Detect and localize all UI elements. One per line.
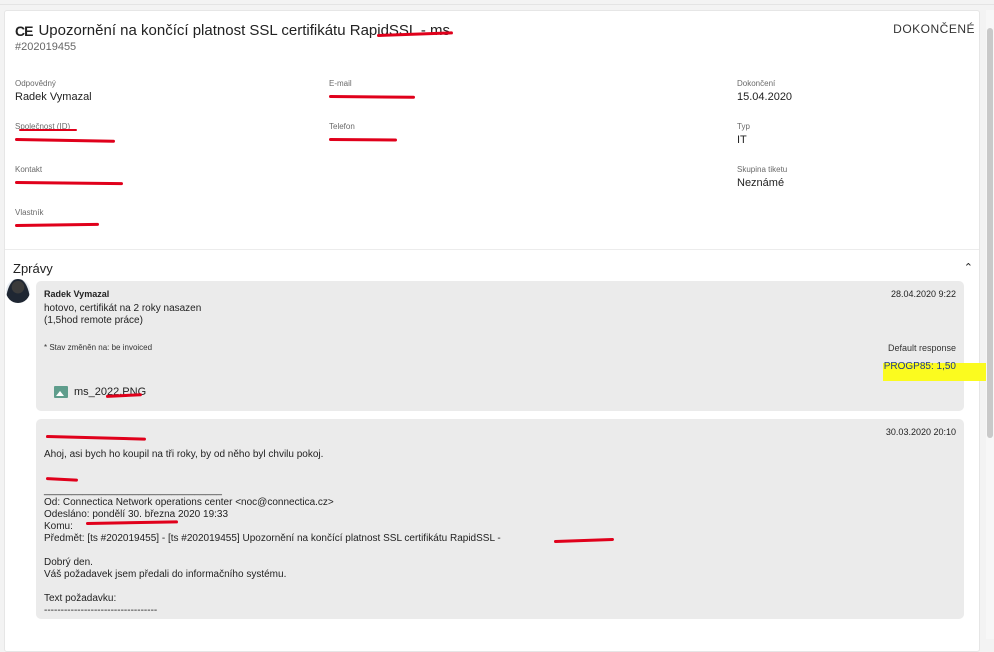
redaction-mark	[14, 181, 124, 186]
message-item: Radek Vymazal 28.04.2020 9:22 hotovo, ce…	[36, 281, 964, 411]
completion-label: Dokončení	[737, 79, 776, 88]
completion-value: 15.04.2020	[737, 91, 793, 103]
redaction-mark	[14, 138, 116, 143]
response-label: Default response	[887, 343, 956, 353]
avatar	[6, 279, 30, 303]
message-body: hotovo, certifikát na 2 roky nasazen (1,…	[44, 303, 202, 326]
owner-label: Vlastník	[15, 208, 44, 217]
group-value: Neznámé	[737, 177, 785, 189]
responsible-value: Radek Vymazal	[15, 91, 92, 103]
chevron-up-icon[interactable]: ⌃	[964, 261, 973, 274]
ce-logo-icon: CE	[15, 22, 33, 39]
status-badge: DOKONČENÉ	[893, 22, 975, 36]
ticket-id: #202019455	[15, 41, 77, 53]
messages-section-title: Zprávy	[13, 261, 53, 276]
group-label: Skupina tiketu	[737, 165, 788, 174]
redaction-mark	[14, 222, 100, 227]
phone-label: Telefon	[329, 122, 355, 131]
responsible-label: Odpovědný	[15, 79, 56, 88]
message-item: 30.03.2020 20:10 Ahoj, asi bych ho koupi…	[36, 419, 964, 619]
top-bar	[0, 0, 994, 5]
status-change-note: * Stav změněn na: be invoiced	[44, 343, 153, 352]
message-author: Radek Vymazal	[44, 289, 110, 299]
message-date: 28.04.2020 9:22	[890, 289, 956, 299]
type-value: IT	[737, 134, 747, 146]
vertical-scrollbar[interactable]	[986, 10, 994, 639]
type-label: Typ	[737, 122, 750, 131]
message-date: 30.03.2020 20:10	[885, 427, 956, 437]
email-label: E-mail	[329, 79, 352, 88]
image-icon	[54, 386, 68, 398]
contact-label: Kontakt	[15, 165, 43, 174]
redaction-mark	[328, 95, 416, 99]
response-highlight	[883, 363, 989, 381]
redaction-mark	[19, 129, 77, 131]
redaction-mark	[553, 537, 615, 543]
redaction-mark	[328, 138, 398, 142]
section-divider	[5, 249, 979, 250]
scrollbar-thumb[interactable]	[987, 28, 993, 438]
message-body: Ahoj, asi bych ho koupil na tři roky, by…	[44, 449, 501, 616]
redaction-mark	[45, 435, 147, 441]
